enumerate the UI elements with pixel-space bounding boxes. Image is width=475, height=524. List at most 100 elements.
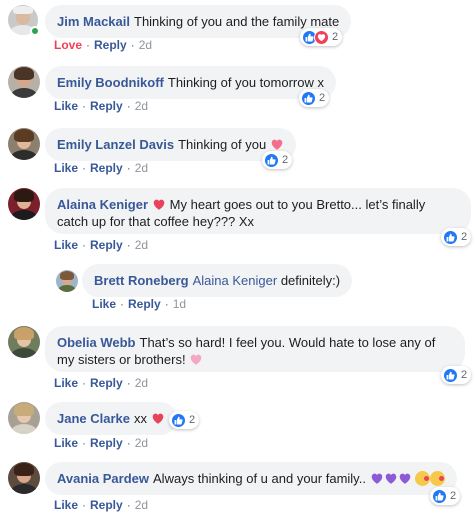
avatar-hair [13,463,35,477]
comment-text: Thinking of you [178,137,267,152]
commenter-name[interactable]: Emily Lanzel Davis [57,137,174,152]
avatar-shoulders [10,423,38,434]
love-button[interactable]: Love [54,38,82,52]
timestamp[interactable]: 2d [135,376,148,390]
avatar[interactable] [56,270,78,292]
reaction-summary[interactable]: 2 [299,89,330,107]
comment-actions: Like · Reply · 2d [54,161,148,175]
comment-actions: Like · Reply · 2d [54,99,148,113]
separator: · [126,99,131,113]
timestamp[interactable]: 2d [135,498,148,512]
avatar-shoulders [10,483,38,494]
thumbs-up-icon [264,152,279,168]
separator: · [82,161,87,175]
comment-text: xx [134,411,147,426]
avatar-hair [13,327,35,341]
avatar-shoulders [10,87,38,98]
reaction-summary[interactable]: 2 [441,228,472,246]
commenter-name[interactable]: Jim Mackail [57,14,130,29]
avatar[interactable] [8,462,40,494]
comment-actions: Like · Reply · 2d [54,498,148,512]
comment-bubble: Avania Pardew Always thinking of u and yo… [45,462,458,495]
avatar-shoulders [57,284,77,292]
avatar[interactable] [8,66,40,98]
reply-button[interactable]: Reply [90,238,123,252]
reaction-count: 2 [189,414,196,426]
timestamp[interactable]: 2d [135,436,148,450]
separator: · [126,161,131,175]
avatar[interactable] [8,188,40,220]
thumbs-up-icon [301,90,316,106]
separator: · [82,238,87,252]
like-button[interactable]: Like [54,238,78,252]
reply-button[interactable]: Reply [90,498,123,512]
reply-button[interactable]: Reply [94,38,127,52]
comment-text: definitely:) [280,273,341,288]
like-button[interactable]: Like [54,161,78,175]
separator: · [82,498,87,512]
commenter-name[interactable]: Emily Boodnikoff [57,75,164,90]
reaction-summary[interactable]: 2 [300,28,343,46]
reaction-count: 2 [461,231,468,243]
separator: · [120,297,125,311]
separator: · [82,436,87,450]
separator: · [86,38,91,52]
timestamp[interactable]: 2d [135,99,148,113]
timestamp[interactable]: 2d [135,161,148,175]
reply-button[interactable]: Reply [90,161,123,175]
avatar[interactable] [8,402,40,434]
thumbs-up-icon [171,412,186,428]
kissing-face-icon [430,471,446,486]
comment-bubble: Obelia Webb That’s so hard! I feel you. W… [45,326,465,372]
commenter-name[interactable]: Brett Roneberg [94,273,189,288]
timestamp[interactable]: 2d [139,38,152,52]
comment-text: Thinking of you tomorrow x [167,75,324,90]
red-heart-icon [151,412,165,425]
reaction-count: 2 [332,31,339,43]
red-heart-icon [152,198,166,211]
reaction-summary[interactable]: 2 [169,411,200,429]
commenter-name[interactable]: Alaina Keniger [57,197,148,212]
avatar[interactable] [8,128,40,160]
like-button[interactable]: Like [54,99,78,113]
like-button[interactable]: Like [92,297,116,311]
sparkling-heart-icon [270,138,284,151]
separator: · [82,376,87,390]
reply-button[interactable]: Reply [90,99,123,113]
purple-heart-icon [370,472,384,485]
comment-actions: Like · Reply · 1d [92,297,186,311]
like-button[interactable]: Like [54,498,78,512]
avatar-shoulders [10,209,38,220]
online-status-dot [30,26,40,36]
reaction-summary[interactable]: 2 [441,366,472,384]
mention-link[interactable]: Alaina Keniger [193,273,278,288]
reply-button[interactable]: Reply [90,376,123,390]
purple-heart-icon [384,472,398,485]
commenter-name[interactable]: Avania Pardew [57,471,149,486]
avatar-hair [13,403,35,417]
separator: · [130,38,135,52]
separator: · [126,436,131,450]
reply-button[interactable]: Reply [90,436,123,450]
reaction-count: 2 [319,92,326,104]
commenter-name[interactable]: Obelia Webb [57,335,136,350]
like-button[interactable]: Like [54,376,78,390]
avatar-shoulders [10,347,38,358]
timestamp[interactable]: 2d [135,238,148,252]
comment-avania-pardew: Avania Pardew Always thinking of u and yo… [0,460,475,524]
like-button[interactable]: Like [54,436,78,450]
avatar-hair [13,189,35,203]
avatar[interactable] [8,326,40,358]
comment-jim-mackail: Jim Mackail Thinking of you and the famil… [0,0,475,60]
reply-button[interactable]: Reply [128,297,161,311]
separator: · [126,498,131,512]
reaction-summary[interactable]: 2 [430,487,461,505]
avatar-hair [13,129,35,143]
purple-heart-icon [398,472,412,485]
comment-emily-lanzel-davis: Emily Lanzel Davis Thinking of you 2 Like… [0,124,475,184]
timestamp[interactable]: 1d [173,297,186,311]
kissing-face-icon [415,471,431,486]
commenter-name[interactable]: Jane Clarke [57,411,130,426]
reaction-summary[interactable]: 2 [262,151,293,169]
avatar-hair [59,270,75,280]
